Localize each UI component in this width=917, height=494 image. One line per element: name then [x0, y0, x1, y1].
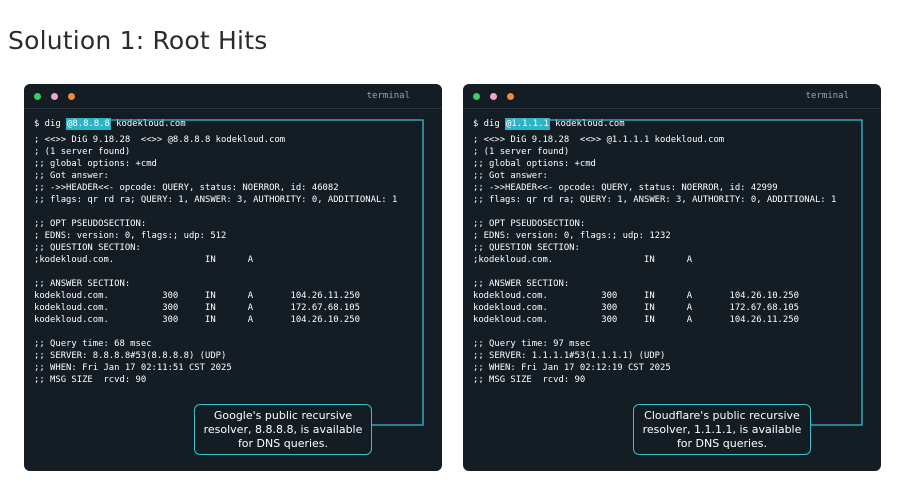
- terminal-titlebar: terminal: [463, 84, 881, 108]
- terminal-label: terminal: [805, 91, 849, 101]
- maximize-dot-icon[interactable]: [34, 93, 41, 100]
- close-dot-icon[interactable]: [68, 93, 75, 100]
- terminal-output[interactable]: $ dig @8.8.8.8 kodekloud.com ; <<>> DiG …: [34, 118, 438, 386]
- output-line: kodekloud.com. 300 IN A 172.67.68.105: [473, 303, 799, 313]
- output-line: ;; global options: +cmd: [473, 159, 596, 169]
- output-line: kodekloud.com. 300 IN A 104.26.10.250: [473, 291, 799, 301]
- output-line: ; EDNS: version: 0, flags:; udp: 1232: [473, 231, 671, 241]
- output-line: ; EDNS: version: 0, flags:; udp: 512: [34, 231, 227, 241]
- output-line: ;kodekloud.com. IN A: [473, 255, 693, 265]
- maximize-dot-icon[interactable]: [473, 93, 480, 100]
- output-line: ; <<>> DiG 9.18.28 <<>> @8.8.8.8 kodeklo…: [34, 135, 286, 145]
- output-line: ;; OPT PSEUDOSECTION:: [473, 219, 586, 229]
- output-line: ;; Got answer:: [473, 171, 548, 181]
- output-line: ;; flags: qr rd ra; QUERY: 1, ANSWER: 3,…: [473, 195, 837, 205]
- output-line: kodekloud.com. 300 IN A 172.67.68.105: [34, 303, 360, 313]
- command-domain: kodekloud.com: [110, 119, 186, 129]
- dig-output-lines: ; <<>> DiG 9.18.28 <<>> @8.8.8.8 kodeklo…: [34, 134, 438, 386]
- minimize-dot-icon[interactable]: [490, 93, 497, 100]
- output-line: ;; QUESTION SECTION:: [34, 243, 141, 253]
- output-line: ;; Query time: 97 msec: [473, 339, 591, 349]
- terminal-window-cloudflare: terminal $ dig @1.1.1.1 kodekloud.com ; …: [463, 84, 881, 471]
- dig-output-lines: ; <<>> DiG 9.18.28 <<>> @1.1.1.1 kodeklo…: [473, 134, 877, 386]
- command-line: $ dig @1.1.1.1 kodekloud.com: [473, 118, 877, 132]
- output-line: ;; ANSWER SECTION:: [34, 279, 131, 289]
- terminal-output[interactable]: $ dig @1.1.1.1 kodekloud.com ; <<>> DiG …: [473, 118, 877, 386]
- output-line: ;; MSG SIZE rcvd: 90: [34, 375, 147, 385]
- output-line: ;; Got answer:: [34, 171, 109, 181]
- server-ip-highlight: @1.1.1.1: [505, 118, 550, 130]
- output-line: ;; SERVER: 8.8.8.8#53(8.8.8.8) (UDP): [34, 351, 227, 361]
- output-line: ;; WHEN: Fri Jan 17 02:12:19 CST 2025: [473, 363, 671, 373]
- titlebar-divider: [463, 108, 881, 109]
- command-line: $ dig @8.8.8.8 kodekloud.com: [34, 118, 438, 132]
- output-line: ;; SERVER: 1.1.1.1#53(1.1.1.1) (UDP): [473, 351, 666, 361]
- output-line: ;; QUESTION SECTION:: [473, 243, 580, 253]
- server-ip-highlight: @8.8.8.8: [66, 118, 111, 130]
- output-line: ;; flags: qr rd ra; QUERY: 1, ANSWER: 3,…: [34, 195, 398, 205]
- output-line: ;; ->>HEADER<<- opcode: QUERY, status: N…: [473, 183, 778, 193]
- output-line: ;; global options: +cmd: [34, 159, 157, 169]
- output-line: ; (1 server found): [34, 147, 131, 157]
- callout-cloudflare-resolver: Cloudflare's public recursive resolver, …: [633, 404, 811, 455]
- terminal-titlebar: terminal: [24, 84, 442, 108]
- output-line: ;kodekloud.com. IN A: [34, 255, 254, 265]
- command-domain: kodekloud.com: [549, 119, 625, 129]
- output-line: ; <<>> DiG 9.18.28 <<>> @1.1.1.1 kodeklo…: [473, 135, 725, 145]
- output-line: ;; MSG SIZE rcvd: 90: [473, 375, 586, 385]
- output-line: kodekloud.com. 300 IN A 104.26.11.250: [473, 315, 799, 325]
- callout-google-resolver: Google's public recursive resolver, 8.8.…: [194, 404, 372, 455]
- output-line: ;; Query time: 68 msec: [34, 339, 152, 349]
- terminal-label: terminal: [366, 91, 410, 101]
- output-line: ;; WHEN: Fri Jan 17 02:11:51 CST 2025: [34, 363, 232, 373]
- close-dot-icon[interactable]: [507, 93, 514, 100]
- page-title: Solution 1: Root Hits: [8, 26, 268, 55]
- command-prompt: $ dig: [473, 119, 506, 129]
- output-line: kodekloud.com. 300 IN A 104.26.11.250: [34, 291, 360, 301]
- output-line: ;; ANSWER SECTION:: [473, 279, 570, 289]
- output-line: ; (1 server found): [473, 147, 570, 157]
- output-line: ;; ->>HEADER<<- opcode: QUERY, status: N…: [34, 183, 339, 193]
- output-line: ;; OPT PSEUDOSECTION:: [34, 219, 147, 229]
- terminal-window-google: terminal $ dig @8.8.8.8 kodekloud.com ; …: [24, 84, 442, 471]
- minimize-dot-icon[interactable]: [51, 93, 58, 100]
- titlebar-divider: [24, 108, 442, 109]
- output-line: kodekloud.com. 300 IN A 104.26.10.250: [34, 315, 360, 325]
- command-prompt: $ dig: [34, 119, 67, 129]
